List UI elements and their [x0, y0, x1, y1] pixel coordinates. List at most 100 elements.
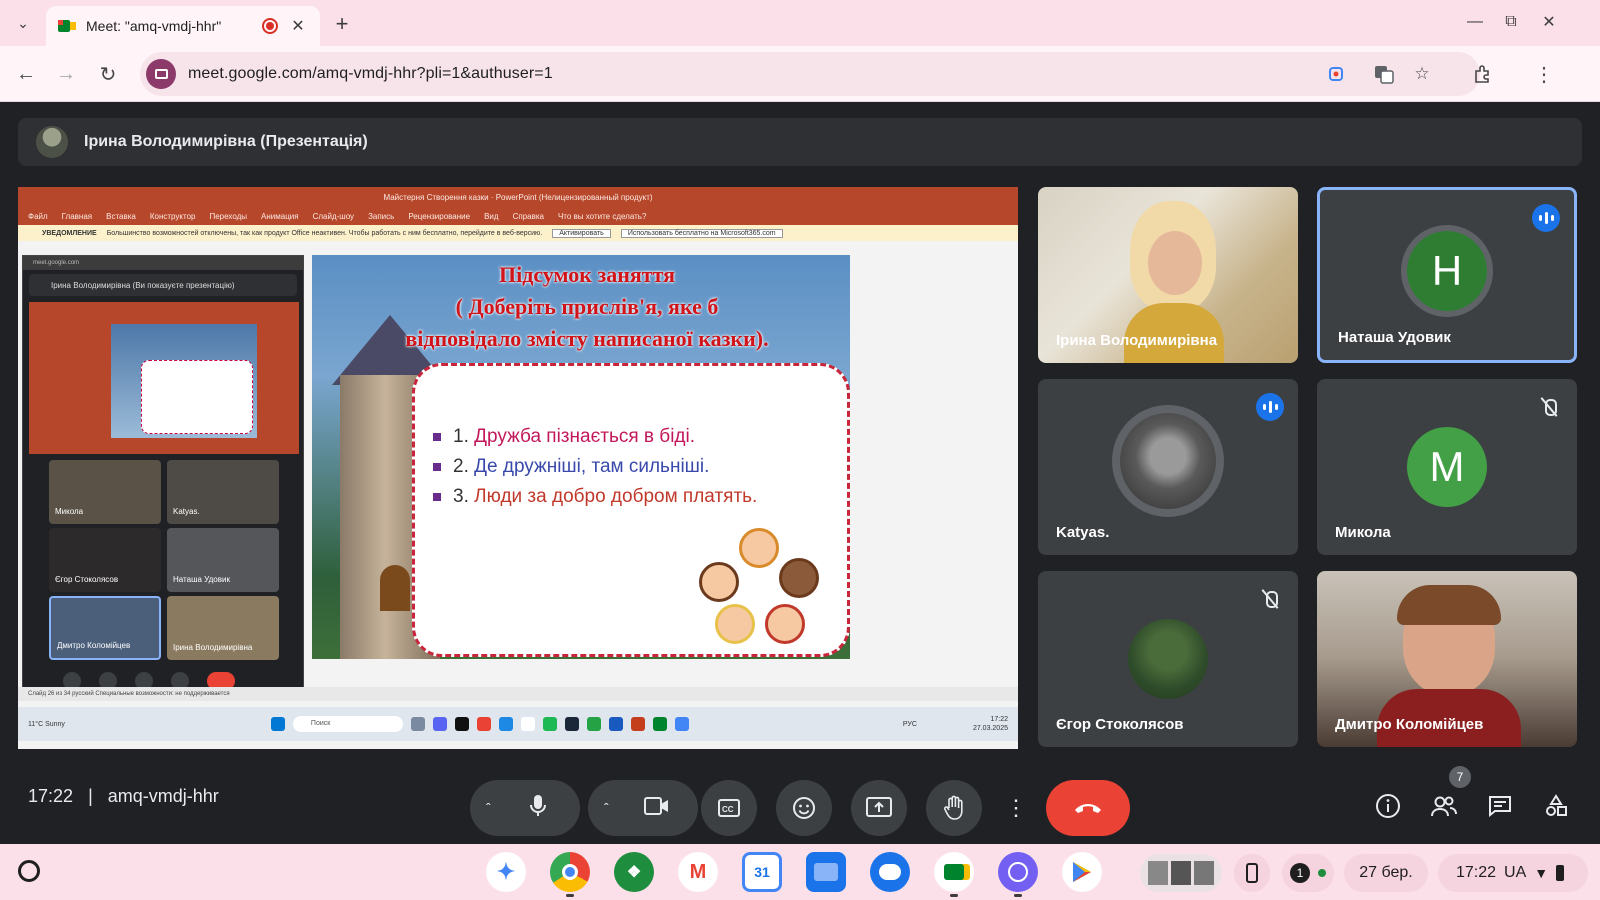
more-options-button[interactable]: ⋮	[1001, 780, 1031, 836]
battery-icon	[1556, 865, 1565, 881]
participant-name: Наташа Удовик	[1338, 329, 1451, 346]
proverbs-card: 1. Дружба пізнається в біді. 2. Де дружн…	[412, 363, 850, 657]
camera-icon[interactable]	[644, 796, 670, 820]
meeting-info: 17:22 | amq-vmdj-hhr	[28, 786, 219, 806]
play-store-icon[interactable]	[1062, 852, 1102, 892]
participant-tile[interactable]: Єгор Стоколясов	[1038, 571, 1298, 747]
recording-indicator-icon	[262, 18, 278, 34]
launcher-icon[interactable]	[18, 860, 40, 882]
tab-title: Meet: "amq-vmdj-hhr"	[86, 18, 222, 34]
taskbar-clock: 17:22 27.03.2025	[972, 716, 1008, 732]
google-lens-icon[interactable]	[1322, 60, 1350, 88]
phone-hub-icon[interactable]	[1234, 854, 1270, 892]
google-meet-icon[interactable]	[934, 852, 974, 892]
windows-start-icon	[270, 717, 285, 731]
ppt-menu-item: Конструктор	[149, 211, 196, 221]
nested-tile: Єгор Стоколясов	[49, 528, 161, 592]
ppt-menu-item: Файл	[28, 211, 48, 221]
forward-button[interactable]: →	[50, 58, 82, 90]
slide-title: Підсумок заняття ( Доберіть прислів'я, я…	[405, 262, 769, 351]
ppt-notice-bar: УВЕДОМЛЕНИЕ Большинство возможностей отк…	[18, 225, 1018, 241]
microphone-icon[interactable]	[528, 794, 548, 823]
app-launcher-grid-icon[interactable]: ❖	[614, 852, 654, 892]
browser-tab-meet[interactable]: Meet: "amq-vmdj-hhr" ✕	[46, 6, 320, 46]
raise-hand-button[interactable]	[926, 780, 982, 836]
activities-icon[interactable]	[1538, 788, 1574, 824]
reactions-button[interactable]	[776, 780, 832, 836]
address-bar[interactable]: meet.google.com/amq-vmdj-hhr?pli=1&authu…	[140, 52, 1480, 96]
participant-tile[interactable]: M Микола	[1317, 379, 1577, 555]
close-window-button[interactable]: ✕	[1534, 8, 1564, 36]
people-count-badge: 7	[1449, 766, 1471, 788]
ppt-menu-item: Рецензирование	[408, 211, 471, 221]
browser-menu-icon[interactable]: ⋮	[1528, 58, 1560, 90]
notification-tray[interactable]: 1	[1282, 854, 1334, 892]
meet-controls-bar: 17:22 | amq-vmdj-hhr ˆ ˆ CC ⋮ 7	[0, 756, 1600, 844]
participant-tile[interactable]: Дмитро Коломійцев	[1317, 571, 1577, 747]
emoji-icon	[793, 797, 815, 819]
close-tab-icon[interactable]: ✕	[288, 16, 308, 36]
present-screen-button[interactable]	[851, 780, 907, 836]
shelf-date: 27 бер.	[1359, 864, 1413, 881]
speaking-indicator-icon	[1256, 393, 1284, 421]
new-tab-button[interactable]: +	[328, 10, 356, 38]
participant-name: Дмитро Коломійцев	[1335, 716, 1484, 733]
ppt-menu-item: Главная	[61, 211, 93, 221]
presenter-label: Ірина Володимирівна (Презентація)	[84, 133, 368, 150]
present-icon	[866, 797, 892, 817]
nested-presenter-bar: Ірина Володимирівна (Ви показуєте презен…	[29, 274, 297, 296]
back-button[interactable]: ←	[10, 58, 42, 90]
participant-tile[interactable]: Ірина Володимирівна	[1038, 187, 1298, 363]
meeting-details-icon[interactable]	[1370, 788, 1406, 824]
nested-meet-window: meet.google.com Ірина Володимирівна (Ви …	[22, 255, 304, 697]
chat-icon[interactable]	[1482, 788, 1518, 824]
participant-tile[interactable]: Katyas.	[1038, 379, 1298, 555]
date-tray[interactable]: 27 бер.	[1344, 854, 1428, 892]
calendar-icon[interactable]: 31	[742, 852, 782, 892]
system-tray[interactable]: 17:22 UA ▼	[1438, 854, 1588, 892]
restore-button[interactable]: ⧉	[1496, 8, 1526, 36]
mic-off-icon	[1535, 393, 1563, 421]
window-previews[interactable]	[1140, 854, 1222, 892]
gemini-icon[interactable]: ✦	[486, 852, 526, 892]
nested-url: meet.google.com	[23, 256, 303, 270]
ppt-menu-item: Переходы	[209, 211, 248, 221]
ppt-menu-item: Запись	[368, 211, 395, 221]
notice-activate-button: Активировать	[552, 228, 611, 238]
taskbar-app-icon	[476, 717, 491, 731]
bookmark-star-icon[interactable]: ☆	[1408, 60, 1436, 88]
os-shelf: ✦ ❖ M 31 1 27 бер. 17:22 UA ▼	[0, 844, 1600, 900]
speaking-indicator-icon	[1532, 204, 1560, 232]
leave-call-button[interactable]	[1046, 780, 1130, 836]
participant-name: Єгор Стоколясов	[1056, 716, 1184, 733]
messages-icon[interactable]	[870, 852, 910, 892]
translate-icon[interactable]	[1370, 60, 1398, 88]
mic-options-chevron-icon[interactable]: ˆ	[486, 800, 491, 816]
taskbar-language: РУС	[902, 720, 917, 728]
running-indicator	[950, 894, 958, 897]
camera-options-chevron-icon[interactable]: ˆ	[604, 800, 609, 816]
viber-icon[interactable]	[998, 852, 1038, 892]
notice-label: УВЕДОМЛЕНИЕ	[42, 229, 97, 237]
hand-icon	[944, 795, 963, 820]
people-icon[interactable]	[1426, 788, 1462, 824]
participant-name: Katyas.	[1056, 524, 1110, 541]
participant-name: Микола	[1335, 524, 1391, 541]
chrome-icon[interactable]	[550, 852, 590, 892]
site-info-icon[interactable]	[146, 59, 176, 89]
reload-button[interactable]: ↻	[92, 58, 124, 90]
taskbar-app-icon	[432, 717, 447, 731]
notice-text: Большинство возможностей отключены, так …	[106, 229, 543, 237]
keyboard-layout: UA	[1504, 864, 1527, 881]
wifi-icon: ▼	[1534, 865, 1549, 881]
taskbar-app-icon	[608, 717, 623, 731]
participant-tile[interactable]: H Наташа Удовик	[1317, 187, 1577, 363]
nested-tile: Katyas.	[167, 460, 279, 524]
captions-button[interactable]: CC	[701, 780, 757, 836]
ppt-menu-item: Что вы хотите сделать?	[557, 211, 647, 221]
files-icon[interactable]	[806, 852, 846, 892]
gmail-icon[interactable]: M	[678, 852, 718, 892]
extensions-icon[interactable]	[1466, 58, 1498, 90]
tab-search-button[interactable]: ⌄	[8, 8, 38, 38]
minimize-button[interactable]: —	[1460, 8, 1490, 36]
